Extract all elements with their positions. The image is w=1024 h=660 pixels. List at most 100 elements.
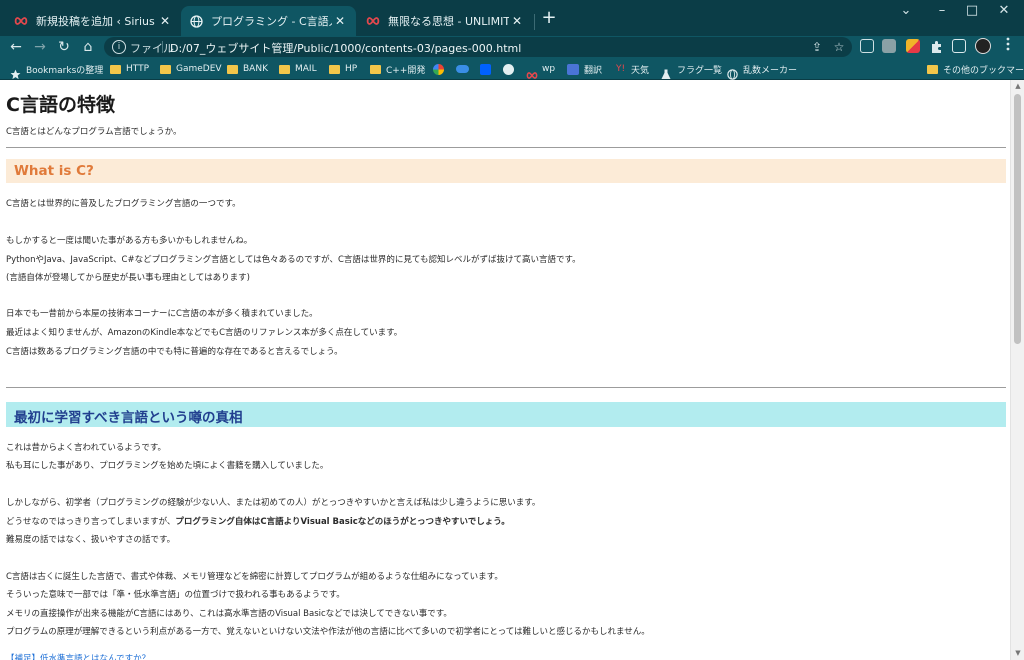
paragraph-line: PythonやJava、JavaScript、C#などプログラミング言語としては…: [6, 255, 581, 265]
bookmark-label: HP: [345, 64, 358, 74]
section-heading-text: What is C?: [14, 163, 94, 179]
tab-separator: [534, 14, 535, 30]
extension-icon[interactable]: [882, 39, 896, 53]
paragraph-line: C言語は数あるプログラミング言語の中でも特に普遍的な存在であると言えるでしょう。: [6, 347, 343, 357]
supplement-link[interactable]: 【補足】低水準言語とはなんですか？: [6, 652, 150, 660]
bookmark-folder-gamedev[interactable]: GameDEV: [160, 61, 222, 77]
section-heading-what-is-c: What is C?: [6, 159, 1006, 183]
bookmark-translate[interactable]: 翻訳: [567, 61, 602, 77]
scroll-up-arrow[interactable]: ▲: [1014, 83, 1022, 90]
browser-window: 新規投稿を追加 ‹ Sirius X — Word ✕ プログラミング - C言…: [0, 0, 1024, 660]
bookmark-label: GameDEV: [176, 64, 222, 74]
google-icon: [433, 63, 444, 75]
scrollbar-thumb[interactable]: [1014, 94, 1021, 344]
maximize-button[interactable]: □: [956, 0, 988, 22]
tab-title: 無限なる思想 - UNLIMITED LOOP: [388, 15, 509, 28]
side-panel-icon[interactable]: [952, 39, 966, 53]
tab-strip: 新規投稿を追加 ‹ Sirius X — Word ✕ プログラミング - C言…: [0, 0, 1024, 36]
bookmark-label: wp: [542, 64, 556, 74]
vertical-scrollbar[interactable]: ▲ ▼: [1010, 80, 1024, 660]
folder-icon: [110, 64, 121, 74]
other-bookmarks[interactable]: その他のブックマーク: [927, 61, 1024, 77]
paragraph-line: C言語は古くに誕生した言語で、書式や体裁、メモリ管理などを綿密に計算してプログラ…: [6, 572, 503, 582]
infinity-icon: [14, 14, 28, 28]
home-button[interactable]: ⌂: [78, 37, 98, 57]
bookmark-folder-bank[interactable]: BANK: [227, 61, 268, 77]
new-tab-button[interactable]: +: [540, 9, 558, 27]
bookmark-label: 翻訳: [584, 65, 603, 76]
bookmark-random[interactable]: 乱数メーカー: [727, 61, 798, 80]
other-bookmarks-label: その他のブックマーク: [943, 65, 1024, 76]
close-tab-icon[interactable]: ✕: [157, 13, 173, 29]
bookmark-label: BANK: [243, 64, 268, 74]
scroll-down-arrow[interactable]: ▼: [1014, 650, 1022, 657]
globe-icon: [189, 14, 203, 28]
close-tab-icon[interactable]: ✕: [509, 13, 525, 29]
intro-text: C言語とはどんなプログラム言語でしょうか。: [6, 127, 182, 137]
bookmark-folder-hp[interactable]: HP: [329, 61, 357, 77]
close-tab-icon[interactable]: ✕: [332, 13, 348, 29]
bookmark-flags[interactable]: フラグ一覧: [661, 61, 722, 79]
divider: [6, 147, 1006, 148]
paragraph-line: どうせなのではっきり言ってしまいますが、プログラミング自体はC言語よりVisua…: [6, 517, 510, 528]
menu-icon[interactable]: [998, 37, 1018, 57]
avatar[interactable]: [975, 38, 991, 54]
forward-button[interactable]: →: [30, 37, 50, 57]
infinity-icon: [366, 14, 380, 28]
bookmark-folder-cpp[interactable]: C++開発: [370, 61, 425, 77]
page-content: C言語の特徴 C言語とはどんなプログラム言語でしょうか。 What is C? …: [0, 80, 1010, 660]
share-icon[interactable]: ⇪: [810, 40, 824, 54]
minimize-button[interactable]: –: [926, 0, 958, 22]
close-window-button[interactable]: ✕: [988, 0, 1020, 22]
address-divider: [162, 41, 163, 53]
bookmarks-bar: Bookmarksの整理 HTTP GameDEV BANK MAIL HP C…: [0, 58, 1024, 80]
bookmark-label: HTTP: [126, 64, 150, 74]
weather-icon: Y!: [616, 64, 626, 74]
bookmark-dropbox[interactable]: [480, 61, 496, 77]
bookmark-github[interactable]: [503, 61, 519, 77]
emphasis-text: プログラミング自体はC言語よりVisual Basicなどのほうがとっつきやすい…: [175, 517, 510, 527]
folder-icon: [160, 64, 171, 74]
section-heading-first-language: 最初に学習すべき言語という噂の真相: [6, 402, 1006, 427]
paragraph-line: C言語とは世界的に普及したプログラミング言語の一つです。: [6, 199, 241, 209]
globe-icon: [727, 65, 738, 80]
bookmark-cloud[interactable]: [456, 61, 474, 77]
flask-icon: [661, 65, 672, 79]
bookmark-label: Bookmarksの整理: [26, 65, 104, 76]
bookmark-google[interactable]: [433, 61, 449, 77]
puzzle-icon[interactable]: [930, 39, 944, 53]
bookmark-wp[interactable]: wp: [526, 61, 556, 79]
bookmark-folder-mail[interactable]: MAIL: [279, 61, 317, 77]
address-bar[interactable]: i ファイル D:/07_ウェブサイト管理/Public/1000/conten…: [104, 37, 852, 57]
paragraph-line: しかしながら、初学者（プログラミングの経験が少ない人、または初めての人）がとっつ…: [6, 498, 541, 508]
scheme-label: ファイル: [130, 42, 174, 55]
paragraph-line: メモリの直接操作が出来る機能がC言語にはあり、これは高水準言語のVisual B…: [6, 609, 452, 619]
bookmark-manage[interactable]: Bookmarksの整理: [10, 61, 104, 79]
bookmark-star-icon[interactable]: ☆: [832, 40, 846, 54]
extension-icon[interactable]: [860, 39, 874, 53]
paragraph-line: (言語自体が登場してから歴史が長い事も理由としてはあります): [6, 273, 250, 283]
tab-wordpress[interactable]: 新規投稿を追加 ‹ Sirius X — Word ✕: [6, 6, 181, 36]
translate-icon: [567, 63, 579, 75]
tab-search-button[interactable]: ⌄: [890, 0, 922, 22]
tab-c-language[interactable]: プログラミング - C言語入門 ✕: [181, 6, 356, 36]
bookmark-weather[interactable]: Y! 天気: [616, 61, 649, 77]
star-icon: [10, 65, 21, 79]
extension-icon[interactable]: [906, 39, 920, 53]
bookmark-folder-http[interactable]: HTTP: [110, 61, 149, 77]
reload-button[interactable]: ↻: [54, 37, 74, 57]
back-button[interactable]: ←: [6, 37, 26, 57]
url-text[interactable]: D:/07_ウェブサイト管理/Public/1000/contents-03/p…: [170, 40, 521, 56]
infinity-icon: [526, 65, 538, 79]
bookmark-label: 乱数メーカー: [743, 65, 798, 76]
tab-unlimited-loop[interactable]: 無限なる思想 - UNLIMITED LOOP ✕: [358, 6, 533, 36]
bookmark-label: 天気: [631, 65, 650, 76]
paragraph-text: どうせなのではっきり言ってしまいますが、: [6, 517, 176, 527]
paragraph-line: もしかすると一度は聞いた事がある方も多いかもしれませんね。: [6, 236, 253, 246]
dropbox-icon: [480, 63, 491, 75]
folder-icon: [227, 64, 238, 74]
folder-icon: [279, 64, 290, 74]
github-icon: [503, 63, 514, 75]
info-icon[interactable]: i: [112, 40, 126, 54]
paragraph-line: 私も耳にした事があり、プログラミングを始めた頃によく書籍を購入していました。: [6, 461, 329, 471]
